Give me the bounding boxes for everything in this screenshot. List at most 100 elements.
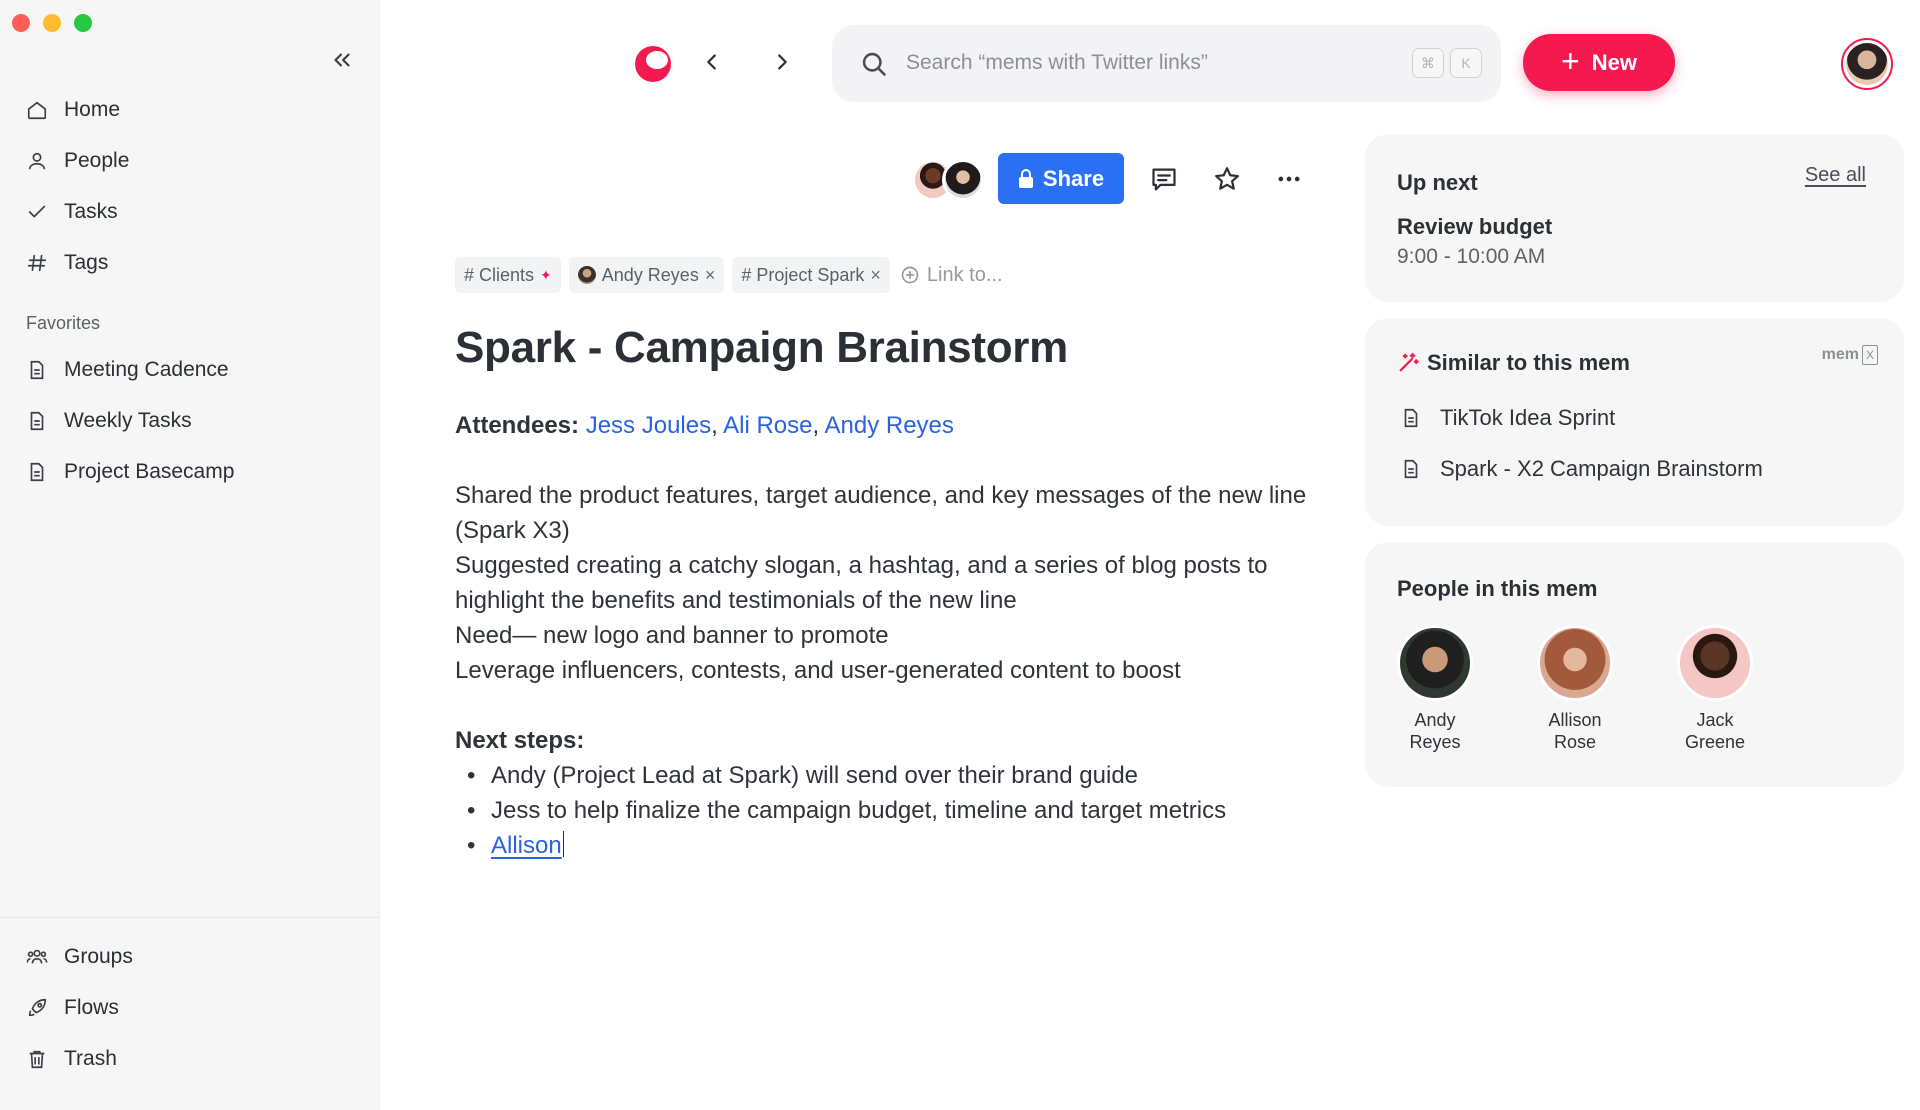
rocket-icon: [28, 998, 47, 1017]
remove-tag-icon[interactable]: ×: [705, 265, 716, 286]
share-button[interactable]: Share: [998, 153, 1124, 204]
list-item: Allison: [455, 828, 1315, 863]
new-mem-button[interactable]: + New: [1523, 34, 1675, 91]
link-to-button[interactable]: Link to...: [898, 264, 1003, 287]
avatar: [1677, 625, 1753, 701]
attendee-link[interactable]: Ali Rose: [723, 412, 812, 439]
favorite-project-basecamp[interactable]: Project Basecamp: [26, 456, 234, 488]
event-title[interactable]: Review budget: [1397, 214, 1552, 240]
note-line: Leverage influencers, contests, and user…: [455, 657, 1181, 684]
zoom-window-button[interactable]: [74, 14, 92, 32]
comments-button[interactable]: [1149, 164, 1179, 194]
share-button-label: Share: [1042, 165, 1105, 191]
more-options-button[interactable]: [1274, 164, 1304, 194]
avatar: [1537, 625, 1613, 701]
mem-body[interactable]: Attendees: Jess Joules, Ali Rose, Andy R…: [455, 408, 1315, 863]
sidebar-item-flows[interactable]: Flows: [26, 992, 119, 1024]
link-to-label: Link to...: [926, 263, 1003, 286]
plus-icon: +: [1561, 43, 1580, 79]
attendees-line: Attendees: Jess Joules, Ali Rose, Andy R…: [455, 412, 954, 439]
sidebar-item-groups[interactable]: Groups: [26, 941, 133, 973]
people-card: People in this mem Andy Reyes Allison Ro…: [1365, 542, 1904, 787]
user-avatar[interactable]: [1841, 38, 1893, 90]
attendees-label: Attendees:: [455, 412, 580, 439]
text-cursor: [562, 831, 565, 857]
collaborator-avatars[interactable]: [912, 159, 984, 201]
person-jack-greene[interactable]: Jack Greene: [1677, 625, 1753, 753]
person-first-name: Andy: [1414, 710, 1456, 730]
attendee-link[interactable]: Andy Reyes: [825, 412, 954, 439]
check-icon: [28, 205, 46, 218]
person-first-name: Jack: [1696, 710, 1734, 730]
up-next-card: Up next See all Review budget 9:00 - 10:…: [1365, 134, 1904, 302]
magic-wand-icon: [1399, 352, 1419, 372]
plus-circle-icon: [901, 266, 919, 284]
similar-mem-item[interactable]: Spark - X2 Campaign Brainstorm: [1400, 456, 1763, 482]
sidebar-item-label: Weekly Tasks: [64, 409, 192, 432]
mem-x-badge: mem X: [1822, 345, 1878, 365]
comment-icon: [1152, 168, 1176, 191]
search-input[interactable]: [906, 43, 1386, 83]
remove-tag-icon[interactable]: ×: [870, 265, 881, 286]
chevron-left-icon: [707, 54, 716, 70]
person-avatar-mini: [577, 266, 596, 284]
tag-chip-clients[interactable]: # Clients ✦: [455, 257, 561, 293]
sidebar-item-trash[interactable]: Trash: [26, 1043, 117, 1075]
sidebar-item-label: Project Basecamp: [64, 460, 235, 483]
note-line: Need— new logo and banner to promote: [455, 622, 889, 649]
hash-icon: [27, 254, 47, 272]
next-steps-block: Next steps: Andy (Project Lead at Spark)…: [455, 723, 1315, 863]
back-button[interactable]: [698, 48, 726, 76]
similar-mem-item[interactable]: TikTok Idea Sprint: [1400, 405, 1615, 431]
tag-chip-label: # Project Spark: [741, 264, 865, 285]
sidebar-item-tags[interactable]: Tags: [26, 247, 108, 279]
tag-chip-project-spark[interactable]: # Project Spark ×: [732, 257, 890, 293]
person-icon: [28, 152, 46, 170]
minimize-window-button[interactable]: [43, 14, 61, 32]
similar-mem-label: Spark - X2 Campaign Brainstorm: [1440, 456, 1763, 481]
people-title: People in this mem: [1397, 576, 1598, 601]
search-bar[interactable]: ⌘ K: [832, 25, 1501, 102]
tag-chip-person[interactable]: Andy Reyes ×: [568, 257, 725, 293]
home-icon: [27, 101, 47, 120]
event-time: 9:00 - 10:00 AM: [1397, 245, 1546, 268]
sidebar-divider: [0, 917, 380, 918]
next-steps-list: Andy (Project Lead at Spark) will send o…: [455, 758, 1315, 863]
mem-logo-icon[interactable]: [633, 44, 673, 84]
sidebar-item-label: People: [64, 149, 130, 172]
collaborator-avatar: [942, 159, 984, 201]
favorite-button[interactable]: [1212, 164, 1242, 194]
list-item: Jess to help finalize the campaign budge…: [455, 793, 1315, 828]
favorites-heading: Favorites: [26, 313, 101, 333]
trash-icon: [29, 1050, 45, 1069]
favorite-meeting-cadence[interactable]: Meeting Cadence: [26, 354, 229, 386]
next-steps-label: Next steps:: [455, 727, 585, 754]
mem-title[interactable]: Spark - Campaign Brainstorm: [455, 323, 1068, 373]
note-line: Suggested creating a catchy slogan, a ha…: [455, 552, 1268, 614]
mem-badge-text: mem: [1821, 346, 1859, 363]
new-button-label: New: [1591, 49, 1637, 75]
document-icon: [30, 411, 44, 431]
document-icon: [30, 360, 44, 380]
sidebar-item-home[interactable]: Home: [26, 94, 120, 126]
close-window-button[interactable]: [12, 14, 30, 32]
person-mention-link[interactable]: Allison: [491, 832, 562, 859]
similar-mem-label: TikTok Idea Sprint: [1440, 405, 1616, 430]
favorite-weekly-tasks[interactable]: Weekly Tasks: [26, 405, 192, 437]
sidebar: Home People Tasks Tags Favorites Meeting…: [0, 0, 380, 1110]
sidebar-item-label: Tags: [64, 251, 109, 274]
tag-chip-label: # Clients: [464, 264, 535, 285]
attendee-link[interactable]: Jess Joules: [586, 412, 711, 439]
person-andy-reyes[interactable]: Andy Reyes: [1397, 625, 1473, 753]
sidebar-item-tasks[interactable]: Tasks: [26, 196, 118, 228]
see-all-link[interactable]: See all: [1805, 164, 1866, 187]
person-allison-rose[interactable]: Allison Rose: [1537, 625, 1613, 753]
person-first-name: Allison: [1548, 710, 1602, 730]
person-last-name: Reyes: [1409, 732, 1461, 752]
mem-badge-box: X: [1862, 345, 1878, 365]
forward-button[interactable]: [768, 48, 796, 76]
collapse-sidebar-button[interactable]: [328, 46, 356, 74]
sidebar-item-people[interactable]: People: [26, 145, 129, 177]
lock-icon: [1018, 168, 1033, 188]
shortcut-key-k: K: [1450, 48, 1482, 78]
